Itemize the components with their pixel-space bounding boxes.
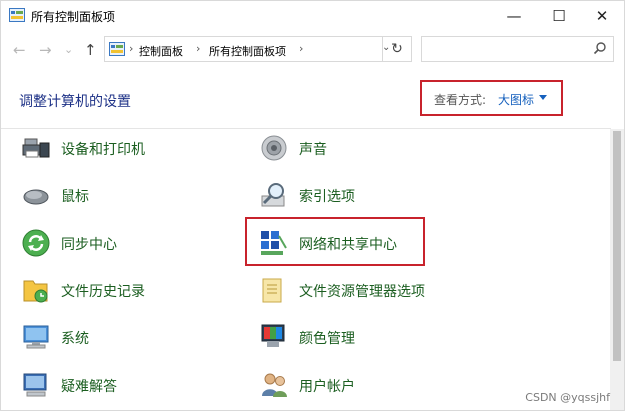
watermark: CSDN @yqssjhf (525, 391, 610, 404)
control-panel-icon (109, 42, 125, 56)
item-file-history[interactable]: 文件历史记录 (21, 273, 221, 309)
item-label: 文件历史记录 (61, 284, 145, 300)
up-button[interactable]: ↑ (84, 41, 97, 59)
breadcrumb-all-items[interactable]: 所有控制面板项 (209, 43, 286, 59)
breadcrumb-control-panel[interactable]: 控制面板 (139, 43, 183, 59)
item-label: 同步中心 (61, 237, 117, 253)
item-sync-center[interactable]: 同步中心 (21, 226, 221, 262)
breadcrumb-separator: › (129, 42, 134, 55)
item-troubleshooting[interactable]: 疑难解答 (21, 368, 221, 404)
page-heading: 调整计算机的设置 (19, 94, 131, 110)
view-by-selector[interactable]: 查看方式: 大图标 (420, 80, 563, 116)
view-by-value[interactable]: 大图标 (498, 91, 534, 108)
item-color-management[interactable]: 颜色管理 (259, 320, 459, 356)
address-bar[interactable]: › 控制面板 › 所有控制面板项 › ⌄ (104, 36, 412, 62)
vertical-scrollbar[interactable] (610, 129, 624, 410)
user-accounts-icon (262, 373, 287, 397)
minimize-button[interactable]: — (492, 1, 536, 31)
back-button[interactable]: ← (13, 41, 26, 59)
breadcrumb-separator: › (196, 42, 201, 55)
item-sound[interactable]: 声音 (259, 131, 459, 167)
item-label: 用户帐户 (299, 379, 355, 395)
item-mouse[interactable]: 鼠标 (21, 178, 221, 214)
maximize-button[interactable]: ☐ (537, 1, 581, 31)
item-label: 声音 (299, 142, 327, 158)
search-input[interactable] (421, 36, 614, 62)
close-button[interactable]: ✕ (580, 1, 624, 31)
item-label: 鼠标 (61, 189, 89, 205)
mouse-icon (23, 189, 49, 205)
title-bar: 所有控制面板项 — ☐ ✕ (1, 1, 624, 31)
file-history-icon (23, 280, 48, 303)
caret-down-icon[interactable] (539, 95, 547, 100)
item-label: 颜色管理 (299, 331, 355, 347)
item-devices-printers[interactable]: 设备和打印机 (21, 131, 221, 167)
divider (1, 128, 611, 129)
item-file-explorer-options[interactable]: 文件资源管理器选项 (259, 273, 459, 309)
search-icon (593, 42, 606, 55)
printer-icon (22, 138, 50, 158)
item-label: 设备和打印机 (61, 142, 145, 158)
item-system[interactable]: 系统 (21, 320, 221, 356)
indexing-icon (261, 183, 285, 207)
system-icon (23, 325, 49, 349)
color-management-icon (261, 324, 285, 347)
item-label: 系统 (61, 331, 89, 347)
item-user-accounts[interactable]: 用户帐户 (259, 368, 459, 404)
troubleshooting-icon (23, 373, 47, 397)
item-label: 疑难解答 (61, 379, 117, 395)
view-by-label: 查看方式: (434, 93, 487, 107)
window-title: 所有控制面板项 (31, 10, 116, 24)
control-panel-window: 所有控制面板项 — ☐ ✕ ← → ⌄ ↑ › 控制面板 › 所有控制面板项 ›… (0, 0, 625, 411)
breadcrumb-separator: › (299, 42, 304, 55)
item-label: 文件资源管理器选项 (299, 284, 425, 300)
item-label: 索引选项 (299, 189, 355, 205)
forward-button[interactable]: → (39, 41, 52, 59)
speaker-icon (261, 135, 287, 161)
sync-icon (22, 229, 50, 257)
network-highlight-box (245, 217, 425, 266)
recent-locations-button[interactable]: ⌄ (64, 43, 73, 56)
scrollbar-thumb[interactable] (613, 131, 621, 361)
refresh-button[interactable]: ↻ (382, 36, 412, 62)
explorer-options-icon (262, 278, 282, 303)
item-indexing-options[interactable]: 索引选项 (259, 178, 459, 214)
control-panel-icon (9, 8, 25, 22)
